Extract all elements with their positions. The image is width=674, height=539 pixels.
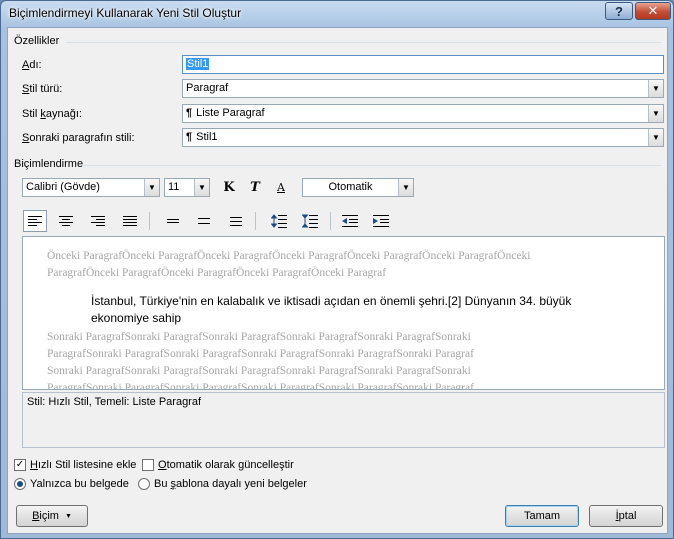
formatting-divider [82, 165, 661, 166]
style-type-value: Paragraf [186, 82, 229, 94]
auto-update-checkbox[interactable]: Otomatik olarak güncelleştir [142, 459, 294, 471]
dialog-client: Özellikler Adı: Stil1 Stil türü: Paragra… [7, 27, 668, 534]
chevron-down-icon[interactable]: ▼ [398, 179, 413, 196]
properties-divider [66, 42, 661, 43]
font-size-value: 11 [168, 181, 180, 193]
format-menu-button[interactable]: Biçim ▼ [16, 505, 88, 527]
single-spacing-button[interactable] [161, 210, 185, 232]
style-description: Stil: Hızlı Stil, Temeli: Liste Paragraf [22, 392, 665, 448]
justify-icon [123, 216, 137, 226]
style-type-combo[interactable]: Paragraf ▼ [182, 79, 664, 98]
only-this-document-label: Yalnızca bu belgede [30, 478, 129, 490]
name-input[interactable]: Stil1 [182, 55, 664, 74]
align-left-button[interactable] [23, 210, 47, 232]
decrease-indent-button[interactable] [338, 210, 362, 232]
title-bar[interactable]: Biçimlendirmeyi Kullanarak Yeni Stil Olu… [1, 1, 673, 27]
quick-style-checkbox[interactable]: ✓ Hızlı Stil listesine ekle [14, 459, 136, 471]
radio-selected[interactable] [14, 478, 26, 490]
next-style-value: Stil1 [196, 131, 218, 143]
style-base-label: Stil kaynağı: [22, 108, 82, 120]
checkbox-checked[interactable]: ✓ [14, 459, 26, 471]
formatting-section-label: Biçimlendirme [14, 158, 84, 170]
underline-icon: A [277, 180, 285, 194]
font-size-combo[interactable]: 11 ▼ [164, 178, 210, 197]
ok-button[interactable]: Tamam [505, 505, 579, 527]
style-base-value: Liste Paragraf [196, 107, 265, 119]
space-after-button[interactable] [298, 210, 322, 232]
justify-button[interactable] [118, 210, 142, 232]
new-documents-radio[interactable]: Bu şablona dayalı yeni belgeler [138, 478, 307, 490]
quick-style-label: Hızlı Stil listesine ekle [30, 459, 137, 471]
next-style-combo[interactable]: ¶ Stil1 ▼ [182, 128, 664, 147]
font-color-value: Otomatik [328, 181, 373, 193]
italic-icon: T [250, 179, 260, 195]
preview-previous-paragraph: Önceki ParagrafÖnceki ParagrafÖnceki Par… [47, 250, 531, 279]
new-documents-label: Bu şablona dayalı yeni belgeler [154, 478, 307, 490]
align-left-icon [28, 216, 42, 226]
bold-icon: K [223, 179, 235, 195]
one-half-spacing-button[interactable] [192, 210, 216, 232]
increase-indent-button[interactable] [369, 210, 393, 232]
toolbar-separator [255, 212, 256, 230]
auto-update-label: Otomatik olarak güncelleştir [158, 459, 294, 471]
radio-unselected[interactable] [138, 478, 150, 490]
toolbar-separator [149, 212, 150, 230]
preview-current-paragraph: İstanbul, Türkiye'nin en kalabalık ve ik… [91, 294, 572, 325]
ok-button-label: Tamam [523, 510, 561, 522]
chevron-down-icon[interactable]: ▼ [144, 179, 159, 196]
preview-next-paragraph: Sonraki ParagrafSonraki ParagrafSonraki … [47, 331, 474, 390]
help-icon: ? [615, 3, 623, 19]
dropdown-arrow-icon: ▼ [64, 512, 72, 520]
underline-button[interactable]: A [270, 177, 292, 197]
toolbar-separator [330, 212, 331, 230]
window-title: Biçimlendirmeyi Kullanarak Yeni Stil Olu… [9, 6, 242, 20]
align-center-icon [59, 216, 73, 226]
dialog-window: Biçimlendirmeyi Kullanarak Yeni Stil Olu… [0, 0, 674, 539]
style-description-text: Stil: Hızlı Stil, Temeli: Liste Paragraf [27, 396, 202, 408]
single-spacing-icon [167, 219, 179, 223]
help-button[interactable]: ? [605, 2, 633, 20]
chevron-down-icon[interactable]: ▼ [648, 105, 663, 122]
checkbox-unchecked[interactable] [142, 459, 154, 471]
double-spacing-icon [230, 217, 242, 226]
chevron-down-icon[interactable]: ▼ [648, 129, 663, 146]
chevron-down-icon[interactable]: ▼ [194, 179, 209, 196]
space-before-button[interactable] [267, 210, 291, 232]
one-half-spacing-icon [198, 218, 210, 224]
pilcrow-icon: ¶ [186, 107, 193, 119]
align-center-button[interactable] [54, 210, 78, 232]
increase-indent-icon [373, 215, 389, 227]
bold-button[interactable]: K [218, 177, 240, 197]
check-mark-icon: ✓ [15, 459, 25, 470]
space-after-icon [302, 214, 318, 228]
style-preview: Önceki ParagrafÖnceki ParagrafÖnceki Par… [22, 236, 665, 390]
pilcrow-icon: ¶ [186, 131, 193, 143]
radio-dot-icon [17, 481, 23, 487]
font-value: Calibri (Gövde) [26, 181, 100, 193]
italic-button[interactable]: T [244, 177, 266, 197]
align-right-button[interactable] [86, 210, 110, 232]
font-color-combo[interactable]: Otomatik ▼ [302, 178, 414, 197]
close-button[interactable]: ✕ [635, 2, 671, 20]
space-before-icon [271, 214, 287, 228]
only-this-document-radio[interactable]: Yalnızca bu belgede [14, 478, 129, 490]
cancel-button-label: İptal [615, 510, 637, 522]
decrease-indent-icon [342, 215, 358, 227]
style-base-combo[interactable]: ¶ Liste Paragraf ▼ [182, 104, 664, 123]
double-spacing-button[interactable] [224, 210, 248, 232]
next-style-label: Sonraki paragrafın stili: [22, 132, 135, 144]
properties-section-label: Özellikler [14, 35, 60, 47]
name-label: Adı: [22, 59, 42, 71]
cancel-button[interactable]: İptal [589, 505, 663, 527]
style-type-label: Stil türü: [22, 83, 63, 95]
font-combo[interactable]: Calibri (Gövde) ▼ [22, 178, 160, 197]
align-right-icon [91, 216, 105, 226]
format-button-label: Biçim [32, 510, 59, 522]
chevron-down-icon[interactable]: ▼ [648, 80, 663, 97]
close-icon: ✕ [647, 3, 659, 18]
